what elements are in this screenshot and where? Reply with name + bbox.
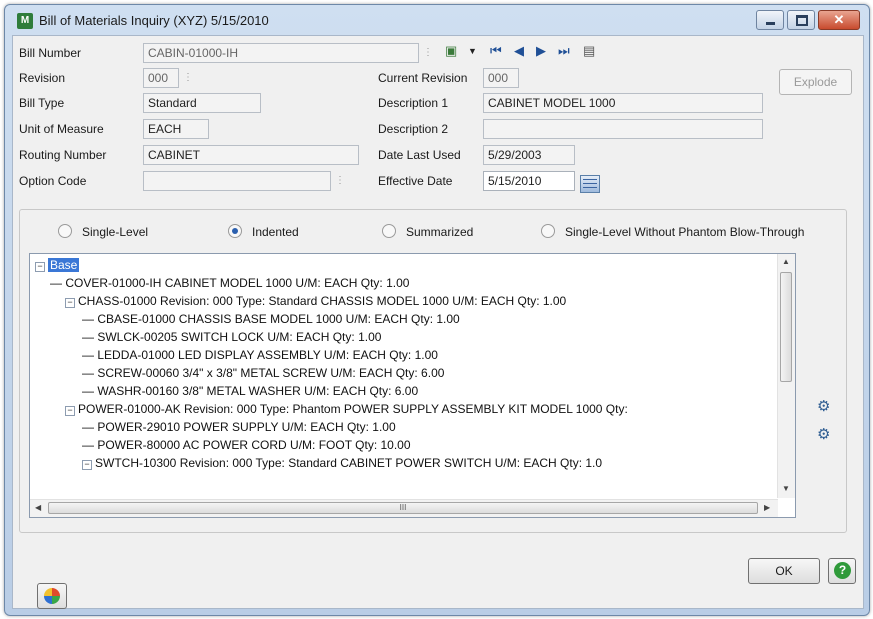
routing-number-label: Routing Number [19,148,107,162]
collapse-icon[interactable]: − [35,262,45,272]
help-icon: ? [834,562,851,579]
collapse-icon[interactable]: − [82,460,92,470]
radio-dot-icon [228,224,242,238]
option-code-field[interactable] [143,171,331,191]
horizontal-scrollbar[interactable]: ◀ III ▶ [30,499,778,517]
radio-dot-icon [541,224,555,238]
app-icon: M [17,13,33,29]
next-record-icon[interactable]: ▶ [536,44,546,58]
help-button[interactable]: ? [828,558,856,584]
option-code-label: Option Code [19,174,87,188]
maximize-button[interactable] [787,10,815,30]
tree-row[interactable]: − SWTCH-10300 Revision: 000 Type: Standar… [82,454,602,472]
tree-row[interactable]: − POWER-01000-AK Revision: 000 Type: Phan… [65,400,628,418]
collapse-all-icon[interactable]: ⚙ [817,425,830,443]
bill-type-label: Bill Type [19,96,65,110]
vertical-scrollbar[interactable]: ▲ ▼ [777,254,795,498]
expand-all-icon[interactable]: ⚙ [817,397,830,415]
close-button[interactable]: ✕ [818,10,860,30]
tree-row[interactable]: — COVER-01000-IH CABINET MODEL 1000 U/M:… [50,274,409,292]
option-code-lookup-button[interactable]: ⋮ [333,171,347,191]
bill-lookup-button[interactable]: ⋮ [421,43,435,63]
ok-button[interactable]: OK [748,558,820,584]
scroll-down-icon[interactable]: ▼ [782,484,790,493]
radio-summarized-label: Summarized [406,225,474,239]
scroll-up-icon[interactable]: ▲ [782,257,790,266]
effective-date-field[interactable]: 5/15/2010 [483,171,575,191]
radio-single-level-no-phantom[interactable]: Single-Level Without Phantom Blow-Throug… [541,224,804,239]
radio-single-level-no-phantom-label: Single-Level Without Phantom Blow-Throug… [565,225,805,239]
tree-row[interactable]: — LEDDA-01000 LED DISPLAY ASSEMBLY U/M: … [82,346,438,364]
bill-type-field: Standard [143,93,261,113]
title-bar[interactable]: M Bill of Materials Inquiry (XYZ) 5/15/2… [5,5,869,35]
lookup-wizard-icon[interactable]: ▣ [445,44,457,58]
tree-row[interactable]: — POWER-29010 POWER SUPPLY U/M: EACH Qty… [82,418,396,436]
tree-row[interactable]: — WASHR-00160 3/8" METAL WASHER U/M: EAC… [82,382,418,400]
routing-number-field: CABINET [143,145,359,165]
list-icon[interactable]: ▤ [583,44,595,58]
horizontal-scroll-thumb[interactable]: III [48,502,758,514]
revision-lookup-button[interactable]: ⋮ [181,68,195,88]
radio-dot-icon [382,224,396,238]
bill-number-label: Bill Number [19,46,82,60]
tree-row[interactable]: − Base [35,256,80,274]
radio-indented-label: Indented [252,225,299,239]
minimize-button[interactable] [756,10,784,30]
radio-single-level-label: Single-Level [82,225,149,239]
tree-row[interactable]: — SWLCK-00205 SWITCH LOCK U/M: EACH Qty:… [82,328,381,346]
description2-label: Description 2 [378,122,449,136]
tree-row[interactable]: — SCREW-00060 3/4" x 3/8" METAL SCREW U/… [82,364,444,382]
vertical-scroll-thumb[interactable] [780,272,792,382]
collapse-icon[interactable]: − [65,406,75,416]
tree-row[interactable]: — CBASE-01000 CHASSIS BASE MODEL 1000 U/… [82,310,460,328]
radio-indented[interactable]: Indented [228,224,299,239]
first-record-icon[interactable]: ⏮ [490,44,502,58]
radio-dot-icon [58,224,72,238]
bill-number-field[interactable]: CABIN-01000-IH [143,43,419,63]
calendar-icon[interactable] [580,175,600,193]
date-last-used-field: 5/29/2003 [483,145,575,165]
bom-inquiry-window: M Bill of Materials Inquiry (XYZ) 5/15/2… [4,4,870,616]
revision-label: Revision [19,71,66,85]
revision-field[interactable]: 000 [143,68,179,88]
description1-label: Description 1 [378,96,449,110]
scroll-right-icon[interactable]: ▶ [764,503,770,512]
date-last-used-label: Date Last Used [378,148,461,162]
globe-icon [44,588,60,604]
scroll-left-icon[interactable]: ◀ [35,503,41,512]
explode-button[interactable]: Explode [779,69,852,95]
current-revision-field: 000 [483,68,519,88]
window-title: Bill of Materials Inquiry (XYZ) 5/15/201… [39,13,269,28]
description1-field: CABINET MODEL 1000 [483,93,763,113]
description2-field [483,119,763,139]
tree-row[interactable]: — POWER-80000 AC POWER CORD U/M: FOOT Qt… [82,436,411,454]
radio-single-level[interactable]: Single-Level [58,224,148,239]
uom-label: Unit of Measure [19,122,104,136]
uom-field: EACH [143,119,209,139]
dropdown-arrow-icon[interactable]: ▼ [468,44,477,58]
collapse-icon[interactable]: − [65,298,75,308]
tree-row[interactable]: − CHASS-01000 Revision: 000 Type: Standar… [65,292,566,310]
current-revision-label: Current Revision [378,71,468,85]
internet-help-button[interactable] [37,583,67,609]
bom-tree-view[interactable]: − Base — COVER-01000-IH CABINET MODEL 100… [29,253,796,518]
ok-button-label: OK [775,564,793,578]
effective-date-label: Effective Date [378,174,453,188]
radio-summarized[interactable]: Summarized [382,224,473,239]
last-record-icon[interactable]: ⏭ [558,44,570,58]
previous-record-icon[interactable]: ◀ [514,44,524,58]
